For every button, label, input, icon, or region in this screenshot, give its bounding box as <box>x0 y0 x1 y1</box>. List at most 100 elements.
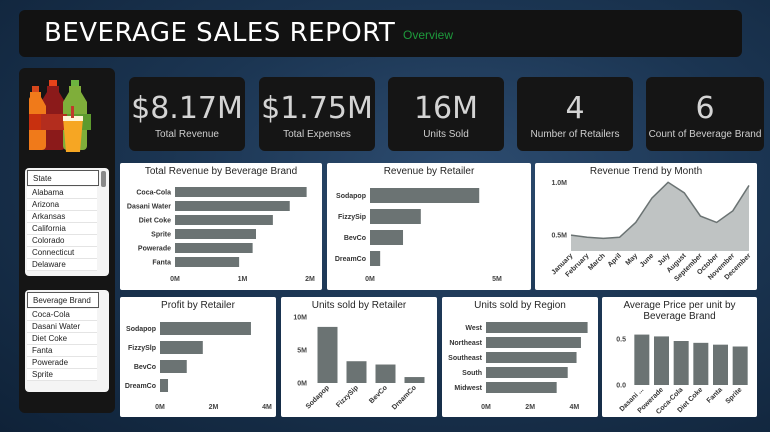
tick-label: 10M <box>293 315 307 322</box>
kpi-value: 6 <box>695 91 715 126</box>
category-label: Southeast <box>448 355 483 362</box>
month-label: April <box>607 252 623 268</box>
chart-average-price[interactable]: Dasani ... Powerade Coca-Cola Diet Coke Fant… <box>602 297 757 417</box>
chart-revenue-by-brand[interactable]: Coca-Cola Dasani Water Diet Coke Sprite Powe… <box>120 163 322 290</box>
kpi-label: Number of Retailers <box>530 129 620 140</box>
category-label: DreamCo <box>335 256 366 263</box>
bar <box>486 322 588 333</box>
category-label: DreamCo <box>125 383 156 390</box>
profit-by-retailer-plot: Sodapop FizzySlp BevCo DreamCo 0M 2M 4M <box>125 322 272 411</box>
header-bar: BEVERAGE SALES REPORT Overview <box>19 10 742 57</box>
chart-units-by-retailer[interactable]: Sodapop FizzySip BevCo DreamCo 0M 5M 10M Units… <box>281 297 437 417</box>
kpi-total-revenue: $8.17M Total Revenue <box>129 77 245 151</box>
category-label: Fanta <box>152 260 171 267</box>
category-label: FizzySlp <box>128 345 156 352</box>
page-title: BEVERAGE SALES REPORT <box>44 18 396 48</box>
tick-label: 2M <box>525 404 535 411</box>
category-label: Sprite <box>151 232 171 239</box>
bar <box>160 341 203 354</box>
kpi-value: $1.75M <box>261 91 373 126</box>
bar <box>732 346 748 385</box>
category-label: DreamCo <box>391 384 418 411</box>
bar <box>160 360 187 373</box>
bar <box>175 201 290 211</box>
chart-revenue-trend[interactable]: 0.5M 1.0M January February March April May June… <box>535 163 757 290</box>
bar <box>317 326 338 383</box>
bar <box>175 187 307 197</box>
category-label: FizzySip <box>338 214 366 221</box>
revenue-by-brand-plot: Coca-Cola Dasani Water Diet Coke Sprite Powe… <box>127 187 315 283</box>
tick-label: 5M <box>492 276 502 283</box>
tick-label: 0M <box>155 404 165 411</box>
tick-label: 5M <box>297 348 307 355</box>
chart-units-by-region[interactable]: West Northeast Southeast South Midwest 0M 2M 4M… <box>442 297 598 417</box>
page-subtitle[interactable]: Overview <box>403 28 453 42</box>
chart-revenue-by-retailer[interactable]: Sodapop FizzySip BevCo DreamCo 0M 5M Revenue … <box>327 163 531 290</box>
category-label: Sodapop <box>305 384 331 410</box>
bar <box>370 230 404 245</box>
sidebar: State Alabama Arizona Arkansas Californi… <box>19 68 115 413</box>
brand-slicer[interactable]: Beverage Brand Coca-Cola Dasani Water Di… <box>25 290 109 392</box>
state-option[interactable]: Delaware <box>27 259 97 271</box>
category-label: BevCo <box>344 235 366 242</box>
category-label: Northeast <box>449 340 482 347</box>
brand-option[interactable]: Powerade <box>27 357 97 369</box>
bar <box>370 209 421 224</box>
bar <box>160 322 251 335</box>
category-label: West <box>465 325 482 332</box>
state-option[interactable]: Alabama <box>27 187 97 199</box>
state-option[interactable]: California <box>27 223 97 235</box>
state-option[interactable]: Colorado <box>27 235 97 247</box>
kpi-total-expenses: $1.75M Total Expenses <box>259 77 375 151</box>
brand-option[interactable]: Diet Coke <box>27 333 97 345</box>
category-label: Fanta <box>706 386 724 404</box>
units-by-region-plot: West Northeast Southeast South Midwest 0M 2M 4M <box>448 322 588 411</box>
kpi-units-sold: 16M Units Sold <box>388 77 504 151</box>
tick-label: 0.0 <box>616 383 626 390</box>
tick-label: 0M <box>297 381 307 388</box>
brand-option[interactable]: Sprite <box>27 369 97 381</box>
category-label: Dasani Water <box>127 204 171 211</box>
brand-option[interactable]: Coca-Cola <box>27 309 97 321</box>
kpi-value: $8.17M <box>131 91 243 126</box>
bar <box>175 243 253 253</box>
tick-label: 1M <box>238 276 248 283</box>
state-option[interactable]: Arizona <box>27 199 97 211</box>
kpi-number-of-retailers: 4 Number of Retailers <box>517 77 633 151</box>
category-label: Sodapop <box>126 326 156 333</box>
tick-label: 0M <box>365 276 375 283</box>
state-option[interactable]: Connecticut <box>27 247 97 259</box>
chart-title: Revenue by Retailer <box>383 166 475 177</box>
bar <box>486 337 581 348</box>
revenue-by-retailer-plot: Sodapop FizzySip BevCo DreamCo 0M 5M <box>335 188 502 283</box>
state-slicer-scrollbar[interactable] <box>101 171 106 187</box>
bar <box>673 341 689 385</box>
bar <box>404 377 425 383</box>
tick-label: 4M <box>262 404 272 411</box>
kpi-label: Units Sold <box>423 129 469 140</box>
chart-title: Units sold by Region <box>474 300 566 311</box>
kpi-value: 16M <box>413 91 479 126</box>
month-label: May <box>625 252 640 267</box>
category-label: Sodapop <box>336 193 366 200</box>
brand-option[interactable]: Fanta <box>27 345 97 357</box>
bar <box>370 188 480 203</box>
bar <box>175 229 256 239</box>
bar <box>486 367 568 378</box>
bar <box>160 379 169 392</box>
state-option[interactable]: Arkansas <box>27 211 97 223</box>
state-slicer[interactable]: State Alabama Arizona Arkansas Californi… <box>25 168 109 276</box>
units-by-retailer-plot: Sodapop FizzySip BevCo DreamCo 0M 5M 10M <box>293 315 425 411</box>
state-slicer-header: State <box>27 170 99 186</box>
tick-label: 0M <box>481 404 491 411</box>
chart-profit-by-retailer[interactable]: Sodapop FizzySlp BevCo DreamCo 0M 2M 4M Profit… <box>120 297 276 417</box>
tick-label: 2M <box>209 404 219 411</box>
category-label: Midwest <box>454 385 482 392</box>
bar <box>375 364 396 383</box>
brand-option[interactable]: Dasani Water <box>27 321 97 333</box>
bar <box>486 352 577 363</box>
beverage-bottles-icon <box>29 80 91 152</box>
bar <box>693 342 709 385</box>
category-label: Sprite <box>725 386 744 405</box>
bar <box>634 334 650 385</box>
